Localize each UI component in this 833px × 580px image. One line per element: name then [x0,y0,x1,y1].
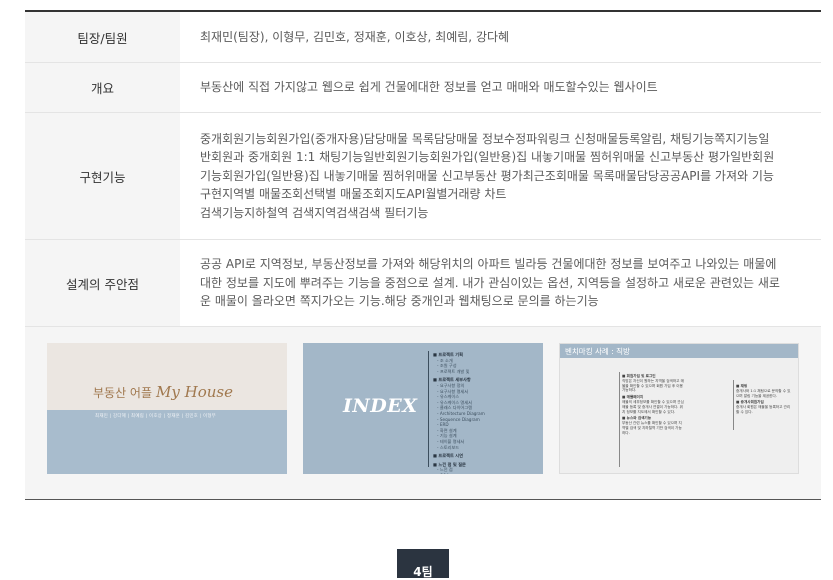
column-text: 중개사와 1:1 채팅으로 문의할 수 있으며 알림 기능을 제공한다. [736,388,791,398]
row-value: 부동산에 직접 가지않고 웹으로 쉽게 건물에대한 정보를 얻고 매매와 매도할… [200,80,658,95]
slide-header: 벤치마킹 사례 : 직방 [560,344,798,358]
column-text: 중개사 회원은 매물을 등록하고 관리할 수 있다. [736,405,791,414]
divider [619,372,620,467]
slide-column-right: ■ 채팅 중개사와 1:1 채팅으로 문의할 수 있으며 알림 기능을 제공한다.… [736,382,792,415]
row-value: 최재민(팀장), 이형무, 김민호, 정재훈, 이호상, 최예림, 강다혜 [200,29,510,44]
table-row-design-focus: 설계의 주안점 공공 API로 지역정보, 부동산정보를 가져와 해당위치의 아… [25,240,821,327]
slide-column-left: ■ 회원가입 및 로그인 직방은 자신이 원하는 지역을 검색하고 매물을 확인할… [622,372,684,436]
slide-thumbnail-title[interactable]: 부동산 어플 My House 최재민 | 강다혜 | 최예림 | 이호상 | 정… [47,343,287,474]
divider [428,351,429,467]
row-value: 중개회원기능회원가입(중개자용)담당매물 목록담당매물 정보수정파워링크 신청매… [200,131,775,220]
table-row-features: 구현기능 중개회원기능회원가입(중개자용)담당매물 목록담당매물 정보수정파워링… [25,113,821,240]
slide-member-names: 최재민 | 강다혜 | 최예림 | 이호상 | 정재훈 | 김민호 | 이형무 [95,414,216,419]
slide-index-title: INDEX [343,395,418,417]
toc-heading: ■ 프로젝트 시연 [433,453,463,459]
divider [733,380,734,430]
slide-thumbnail-index[interactable]: INDEX ■ 프로젝트 기획 - 조 소개 - 조원 구성 - 프로젝트 개발 및 ■… [303,343,543,474]
row-label: 개요 [25,63,180,112]
team-4-tab-button[interactable]: 4팀 [397,549,449,579]
toc-item: - 스토리보드 [437,444,460,450]
column-text: 직방은 자신이 원하는 지역을 검색하고 매물을 확인할 수 있으며 회원 가입… [622,378,684,393]
slide-toc: ■ 프로젝트 기획 - 조 소개 - 조원 구성 - 프로젝트 개발 및 ■ 프로젝트 … [433,349,485,474]
table-row-members: 팀장/팀원 최재민(팀장), 이형무, 김민호, 정재훈, 이호상, 최예림, … [25,12,821,63]
toc-item: - Architecture Diagram [437,410,485,416]
slide-gallery: 부동산 어플 My House 최재민 | 강다혜 | 최예림 | 이호상 | 정… [25,326,821,500]
row-label: 구현기능 [25,113,180,239]
row-label: 설계의 주안점 [25,240,180,326]
row-label: 팀장/팀원 [25,12,180,62]
column-text: 부동산 관련 뉴스를 확인할 수 있으며 지역별 검색 및 지하철역 기반 검색… [622,421,682,435]
slide-title: 부동산 어플 My House [93,383,233,401]
toc-item: - 프로젝트 개발 및 [437,368,470,374]
row-value: 공공 API로 지역정보, 부동산정보를 가져와 해당위치의 아파트 빌라등 건… [200,257,780,309]
slide-thumbnail-benchmark[interactable]: 벤치마킹 사례 : 직방 ■ 회원가입 및 로그인 직방은 자신이 원하는 지역을… [559,343,799,474]
toc-item: - Q&A [433,473,485,474]
column-text: 매물의 세부정보를 확인할 수 있으며 관심 매물 등록 및 중개사 연결이 가… [622,399,684,414]
table-row-overview: 개요 부동산에 직접 가지않고 웹으로 쉽게 건물에대한 정보를 얻고 매매와 … [25,63,821,113]
project-info-table: 팀장/팀원 최재민(팀장), 이형무, 김민호, 정재훈, 이호상, 최예림, … [25,10,821,327]
